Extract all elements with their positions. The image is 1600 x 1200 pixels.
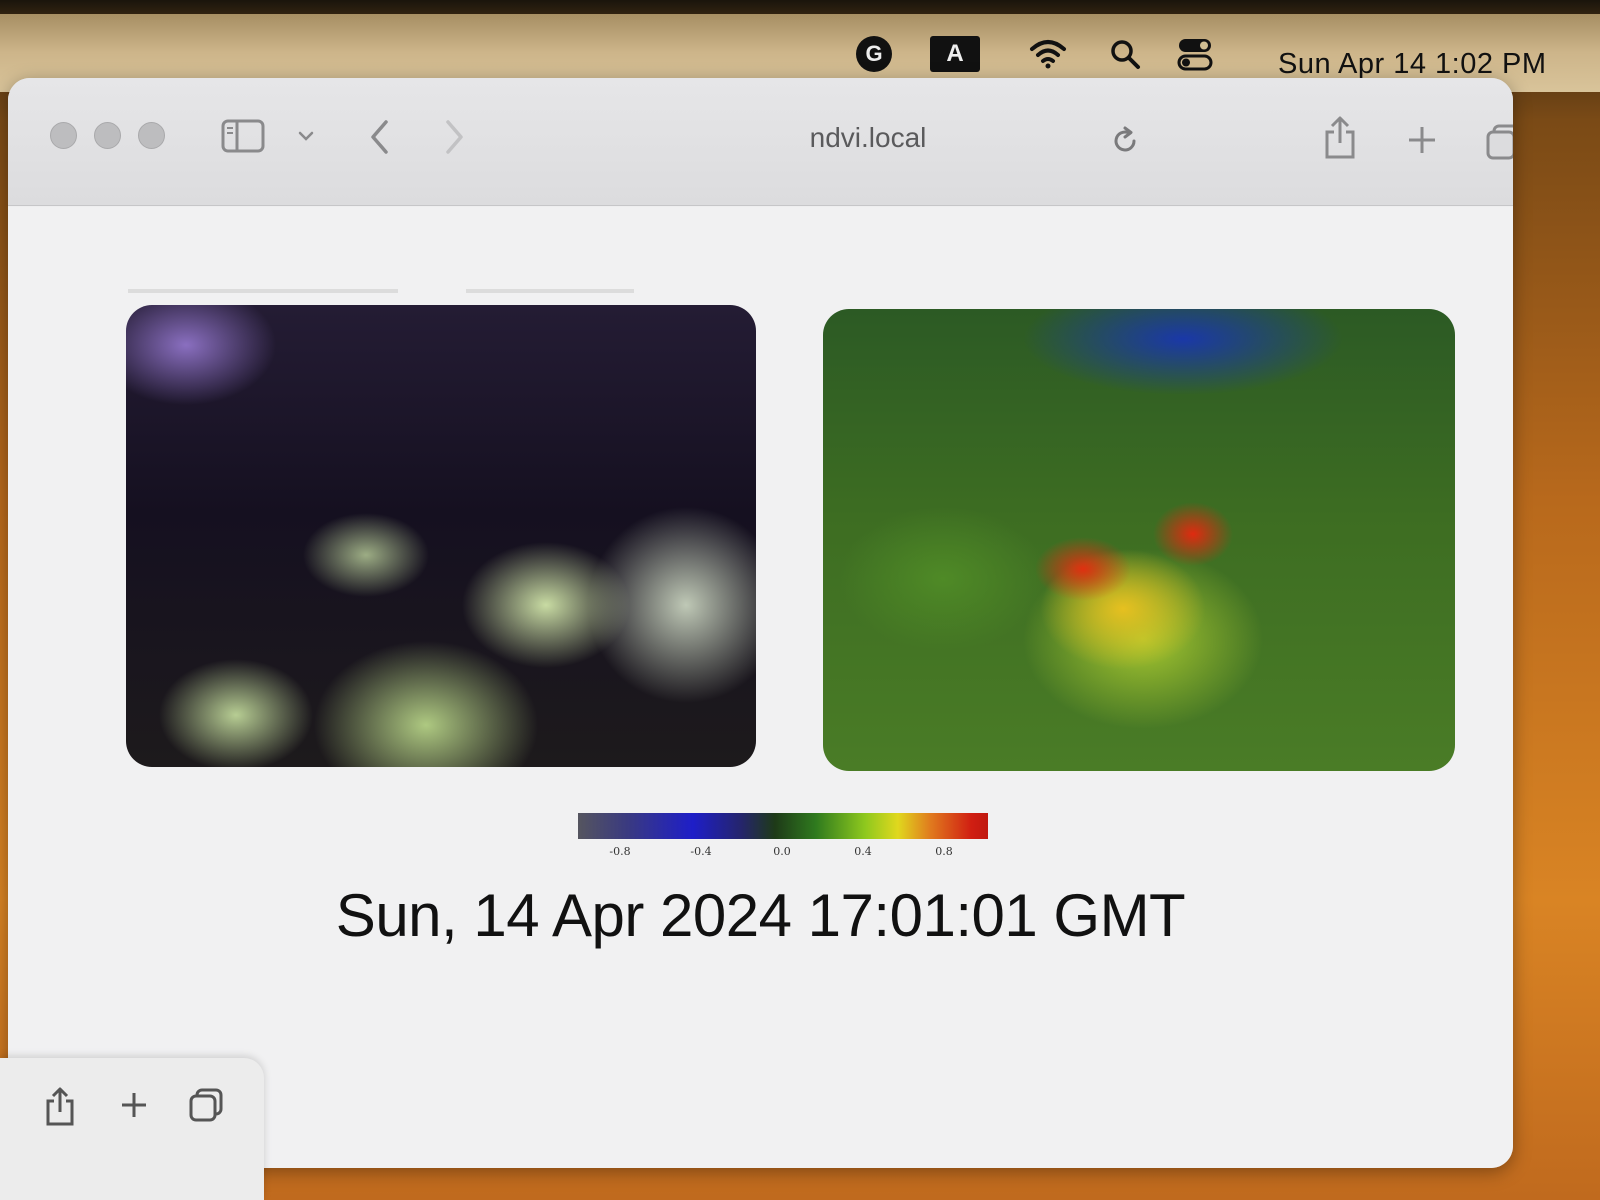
forward-icon: [446, 120, 463, 154]
grammarly-icon[interactable]: G: [856, 36, 892, 72]
wifi-icon[interactable]: [1028, 36, 1068, 72]
menu-bar-clock[interactable]: Sun Apr 14 1:02 PM: [1278, 48, 1547, 81]
colorbar-tick-label: -0.4: [690, 845, 712, 858]
input-source-label: A: [930, 36, 980, 72]
spotlight-search-icon[interactable]: [1108, 36, 1142, 72]
magnifier-icon: [1111, 40, 1140, 69]
tab-overlay-panel: [0, 1058, 264, 1200]
overlay-share-button[interactable]: [42, 1085, 78, 1129]
chevron-down-icon[interactable]: [296, 126, 316, 146]
wifi-icon: [1030, 40, 1066, 69]
address-bar[interactable]: ndvi.local: [768, 122, 968, 154]
tab-overview-icon: [1486, 124, 1513, 160]
minimize-window-button[interactable]: [94, 122, 121, 149]
reload-icon: [1114, 126, 1136, 152]
ndvi-colorbar: [578, 813, 988, 839]
rgb-camera-image: [126, 305, 756, 767]
colorbar-tick-label: 0.0: [773, 845, 791, 858]
plus-icon: [122, 1093, 146, 1117]
colorbar-tick-label: -0.8: [609, 845, 631, 858]
sidebar-toggle-icon: [221, 119, 265, 153]
control-center-icon[interactable]: [1176, 36, 1214, 72]
divider: [466, 289, 634, 293]
forward-button[interactable]: [440, 116, 470, 158]
input-source-icon[interactable]: A: [930, 36, 980, 72]
zoom-window-button[interactable]: [138, 122, 165, 149]
capture-timestamp: Sun, 14 Apr 2024 17:01:01 GMT: [335, 882, 1186, 949]
browser-toolbar: ndvi.local: [8, 78, 1513, 206]
share-button[interactable]: [1320, 114, 1360, 162]
ndvi-false-color-image: [823, 309, 1455, 771]
divider: [128, 289, 398, 293]
chevron-down-glyph: [298, 131, 314, 141]
plus-icon: [1409, 127, 1435, 153]
toggles-icon: [1177, 39, 1213, 71]
colorbar-tick-label: 0.4: [854, 845, 872, 858]
share-icon: [1325, 116, 1355, 159]
browser-window: ndvi.local -0.8 -0.4 0.0 0.4 0.8 Sun, 14…: [8, 78, 1513, 1168]
share-icon: [46, 1087, 74, 1126]
sidebar-icon[interactable]: [220, 118, 266, 154]
overlay-new-tab-button[interactable]: [116, 1085, 152, 1125]
new-tab-button[interactable]: [1404, 122, 1440, 158]
tab-overview-icon: [189, 1088, 223, 1122]
overlay-tab-overview-button[interactable]: [186, 1085, 226, 1125]
back-button[interactable]: [364, 116, 394, 158]
back-icon: [371, 120, 388, 154]
tab-overview-button[interactable]: [1482, 120, 1513, 164]
reload-button[interactable]: [1108, 124, 1142, 158]
close-window-button[interactable]: [50, 122, 77, 149]
colorbar-tick-label: 0.8: [935, 845, 953, 858]
grammarly-badge: G: [856, 36, 892, 72]
page-content: -0.8 -0.4 0.0 0.4 0.8 Sun, 14 Apr 2024 1…: [8, 207, 1513, 1168]
